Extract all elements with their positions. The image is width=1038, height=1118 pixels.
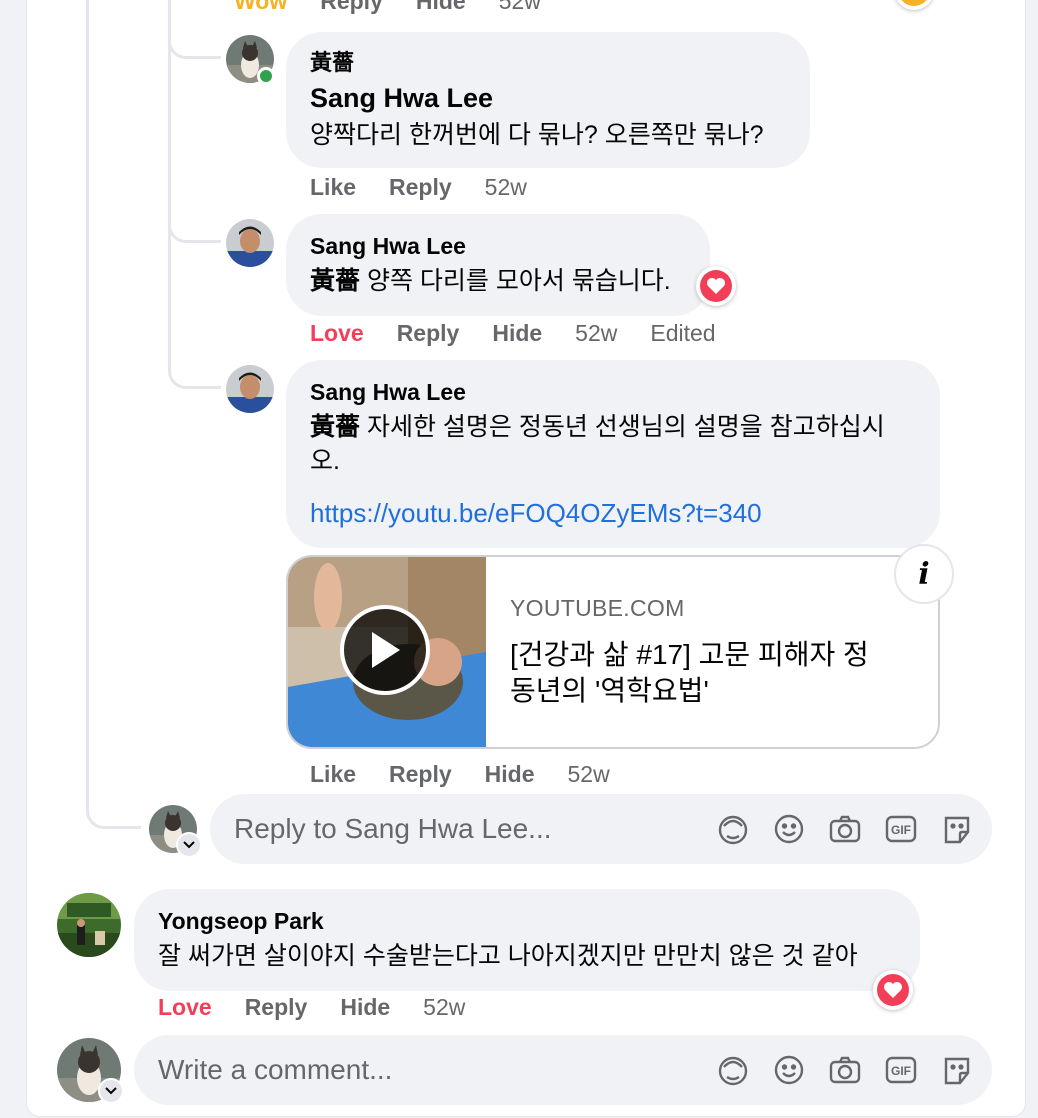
- comment-input-icons: GIF: [694, 1053, 974, 1087]
- comment-actions: Like Reply 52w: [310, 174, 560, 201]
- play-icon[interactable]: [340, 605, 430, 695]
- link-title-line-1: [건강과 삶 #17] 고문 피해자 정: [510, 639, 869, 670]
- timestamp[interactable]: 52w: [423, 994, 465, 1021]
- comment-actions: Love Reply Hide 52w: [158, 994, 498, 1021]
- timestamp[interactable]: 52w: [568, 761, 610, 788]
- comment-bubble: Sang Hwa Lee 黃薔 자세한 설명은 정동년 선생님의 설명을 참고하…: [286, 360, 940, 548]
- timestamp[interactable]: 52w: [485, 174, 527, 201]
- chevron-down-icon[interactable]: [98, 1078, 124, 1104]
- link-title[interactable]: [건강과 삶 #17] 고문 피해자 정 동년의 '역학요법': [510, 637, 869, 709]
- previous-comment-actions: Wow Reply Hide 52w: [234, 0, 574, 15]
- thread-line-curve-3: [168, 340, 221, 389]
- comment-bubble: Yongseop Park 잘 써가면 살이야지 수술받는다고 나아지겠지만 만…: [134, 889, 920, 991]
- hide-link[interactable]: Hide: [416, 0, 466, 15]
- avatar[interactable]: [226, 365, 274, 413]
- avatar-sticker-icon[interactable]: [716, 812, 750, 846]
- youtube-link[interactable]: https://youtu.be/eFOQ4OZyEMs?t=340: [310, 498, 762, 529]
- comment-author[interactable]: Yongseop Park: [158, 906, 324, 936]
- thread-line-curve-1: [168, 0, 221, 59]
- wow-icon: [898, 0, 930, 6]
- thread-line-outer-curve: [86, 780, 141, 829]
- chevron-down-icon[interactable]: [176, 832, 202, 858]
- comment-text: 黃薔 양쪽 다리를 모아서 묶습니다.: [310, 264, 671, 298]
- video-thumbnail[interactable]: [288, 557, 486, 747]
- like-link[interactable]: Like: [310, 174, 356, 201]
- mention-tag[interactable]: 黃薔: [310, 413, 360, 441]
- avatar[interactable]: [226, 219, 274, 267]
- svg-text:GIF: GIF: [891, 1064, 911, 1078]
- comment-input[interactable]: Write a comment... GIF: [134, 1035, 992, 1105]
- gif-icon[interactable]: GIF: [884, 812, 918, 846]
- link-domain: YOUTUBE.COM: [510, 595, 685, 621]
- sticker-icon[interactable]: [940, 812, 974, 846]
- reply-input-icons: GIF: [694, 812, 974, 846]
- thread-line-inner: [168, 0, 171, 350]
- reply-link[interactable]: Reply: [389, 174, 452, 201]
- avatar-sticker-icon[interactable]: [716, 1053, 750, 1087]
- reply-link[interactable]: Reply: [320, 0, 383, 15]
- comment-bubble: Sang Hwa Lee 黃薔 양쪽 다리를 모아서 묶습니다.: [286, 214, 710, 316]
- reply-link[interactable]: Reply: [389, 761, 452, 788]
- camera-icon[interactable]: [828, 812, 862, 846]
- love-reaction-badge[interactable]: [873, 970, 913, 1010]
- link-preview-card[interactable]: YOUTUBE.COM [건강과 삶 #17] 고문 피해자 정 동년의 '역학…: [286, 555, 940, 749]
- heart-icon: [700, 270, 732, 302]
- mention-tag[interactable]: 黃薔: [310, 267, 360, 295]
- love-reaction-link[interactable]: Love: [310, 320, 364, 347]
- avatar[interactable]: [57, 893, 121, 957]
- comment-author[interactable]: Sang Hwa Lee: [310, 231, 466, 261]
- heart-icon: [877, 974, 909, 1006]
- online-status-dot: [257, 67, 275, 85]
- comment-author[interactable]: Sang Hwa Lee: [310, 377, 466, 407]
- camera-icon[interactable]: [828, 1053, 862, 1087]
- reply-link[interactable]: Reply: [397, 320, 460, 347]
- comment-text-line-1: 자세한 설명은 정동년 선생님의 설명을 참고하십시: [360, 413, 885, 441]
- reply-input[interactable]: Reply to Sang Hwa Lee... GIF: [210, 794, 992, 864]
- comment-input-placeholder: Write a comment...: [158, 1054, 393, 1085]
- hide-link[interactable]: Hide: [340, 994, 390, 1021]
- hide-link[interactable]: Hide: [485, 761, 535, 788]
- emoji-icon[interactable]: [772, 1053, 806, 1087]
- reply-input-placeholder: Reply to Sang Hwa Lee...: [234, 813, 552, 844]
- emoji-icon[interactable]: [772, 812, 806, 846]
- thread-line-outer: [86, 0, 89, 812]
- reply-link[interactable]: Reply: [245, 994, 308, 1021]
- comment-tag[interactable]: 黃薔: [310, 48, 354, 78]
- hide-link[interactable]: Hide: [492, 320, 542, 347]
- comment-actions: Like Reply Hide 52w: [310, 761, 643, 788]
- link-title-line-2: 동년의 '역학요법': [510, 675, 709, 706]
- love-reaction-badge[interactable]: [696, 266, 736, 306]
- love-reaction-link[interactable]: Love: [158, 994, 212, 1021]
- comment-bubble: 黃薔 Sang Hwa Lee 양짝다리 한꺼번에 다 묶나? 오른쪽만 묶나?: [286, 32, 810, 168]
- comment-text-body: 양쪽 다리를 모아서 묶습니다.: [360, 267, 671, 295]
- comment-text: 黃薔 자세한 설명은 정동년 선생님의 설명을 참고하십시 오.: [310, 410, 930, 478]
- sticker-icon[interactable]: [940, 1053, 974, 1087]
- comment-text: 잘 써가면 살이야지 수술받는다고 나아지겠지만 만만치 않은 것 같아: [158, 942, 858, 970]
- comment-text: 양짝다리 한꺼번에 다 묶나? 오른쪽만 묶나?: [310, 121, 764, 149]
- info-icon[interactable]: i: [894, 544, 954, 604]
- wow-reaction-link[interactable]: Wow: [234, 0, 287, 15]
- comment-actions: Love Reply Hide 52w Edited: [310, 320, 749, 347]
- svg-text:GIF: GIF: [891, 823, 911, 837]
- gif-icon[interactable]: GIF: [884, 1053, 918, 1087]
- comment-text-line-2: 오.: [310, 447, 340, 475]
- timestamp[interactable]: 52w: [575, 320, 617, 347]
- edited-label[interactable]: Edited: [650, 320, 715, 347]
- like-link[interactable]: Like: [310, 761, 356, 788]
- timestamp[interactable]: 52w: [499, 0, 541, 15]
- comment-author[interactable]: Sang Hwa Lee: [310, 81, 493, 115]
- thread-line-curve-2: [168, 190, 221, 243]
